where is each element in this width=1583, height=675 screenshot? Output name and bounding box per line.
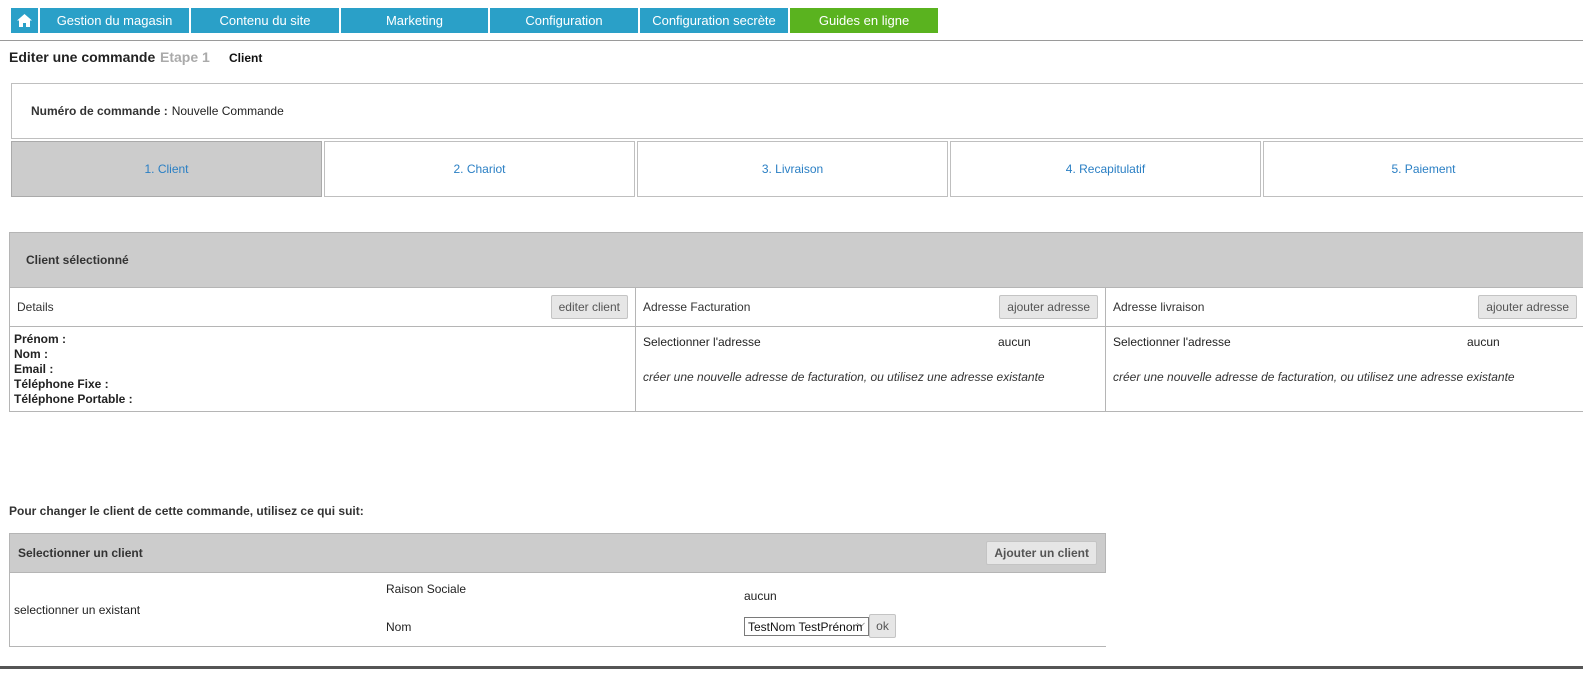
shipping-select-value[interactable]: aucun	[1467, 335, 1500, 349]
raison-sociale-label: Raison Sociale	[386, 582, 467, 596]
step-chariot[interactable]: 2. Chariot	[324, 141, 635, 197]
order-number-value: Nouvelle Commande	[171, 104, 284, 118]
select-client-body: selectionner un existant Raison Sociale …	[9, 573, 1106, 647]
nav-guides-en-ligne[interactable]: Guides en ligne	[790, 8, 938, 33]
add-billing-address-button[interactable]: ajouter adresse	[999, 295, 1098, 319]
step-client[interactable]: 1. Client	[11, 141, 322, 197]
selected-client-header: Client sélectionné	[9, 232, 1583, 288]
select-client-header: Selectionner un client Ajouter un client	[9, 533, 1106, 573]
client-name-selected: TestNom TestPrénom	[748, 619, 863, 634]
edit-client-button[interactable]: editer client	[550, 295, 628, 319]
ok-button[interactable]: ok	[869, 614, 896, 638]
nav-contenu-site[interactable]: Contenu du site	[191, 8, 339, 33]
nav-marketing[interactable]: Marketing	[341, 8, 488, 33]
billing-select-value[interactable]: aucun	[998, 335, 1031, 349]
billing-select-label: Selectionner l'adresse	[643, 335, 761, 349]
page-title: Editer une commande	[9, 49, 156, 65]
billing-address-cell: Selectionner l'adresse aucun créer une n…	[635, 327, 1106, 412]
billing-hint: créer une nouvelle adresse de facturatio…	[643, 370, 1045, 384]
details-subheader: Details editer client	[9, 288, 636, 327]
raison-sociale-value[interactable]: aucun	[744, 589, 777, 603]
add-client-button[interactable]: Ajouter un client	[986, 541, 1097, 565]
nav-configuration-secrete[interactable]: Configuration secrète	[640, 8, 788, 33]
step-recapitulatif[interactable]: 4. Recapitulatif	[950, 141, 1261, 197]
order-number-label: Numéro de commande :	[31, 104, 168, 118]
billing-title: Adresse Facturation	[643, 300, 751, 314]
shipping-select-label: Selectionner l'adresse	[1113, 335, 1231, 349]
add-shipping-address-button[interactable]: ajouter adresse	[1478, 295, 1577, 319]
shipping-subheader: Adresse livraison ajouter adresse	[1105, 288, 1583, 327]
select-client-title: Selectionner un client	[18, 546, 143, 560]
page-step: Etape 1	[160, 49, 210, 65]
client-details-cell: Prénom : Nom : Email : Téléphone Fixe : …	[9, 327, 636, 412]
nav-configuration[interactable]: Configuration	[490, 8, 638, 33]
field-email: Email :	[14, 362, 54, 376]
billing-subheader: Adresse Facturation ajouter adresse	[635, 288, 1106, 327]
select-existing-label: selectionner un existant	[14, 603, 141, 617]
field-prenom: Prénom :	[14, 332, 67, 346]
step-livraison[interactable]: 3. Livraison	[637, 141, 948, 197]
page-subtitle: Client	[229, 51, 263, 65]
order-number-box: Numéro de commande : Nouvelle Commande	[11, 83, 1583, 139]
nav-divider	[0, 40, 1583, 41]
home-icon	[17, 14, 32, 27]
bottom-divider	[0, 666, 1583, 669]
change-client-note: Pour changer le client de cette commande…	[9, 504, 364, 518]
field-nom: Nom :	[14, 347, 48, 361]
field-telephone-portable: Téléphone Portable :	[14, 392, 133, 406]
shipping-title: Adresse livraison	[1113, 300, 1205, 314]
chevron-down-icon: ⌵	[856, 618, 865, 630]
step-paiement[interactable]: 5. Paiement	[1263, 141, 1583, 197]
shipping-hint: créer une nouvelle adresse de facturatio…	[1113, 370, 1515, 384]
nav-home-button[interactable]	[11, 8, 38, 33]
client-name-select[interactable]: TestNom TestPrénom ⌵	[744, 617, 869, 636]
field-telephone-fixe: Téléphone Fixe :	[14, 377, 109, 391]
details-title: Details	[17, 300, 54, 314]
nav-gestion-magasin[interactable]: Gestion du magasin	[40, 8, 189, 33]
shipping-address-cell: Selectionner l'adresse aucun créer une n…	[1105, 327, 1583, 412]
nom-label: Nom	[386, 620, 412, 634]
